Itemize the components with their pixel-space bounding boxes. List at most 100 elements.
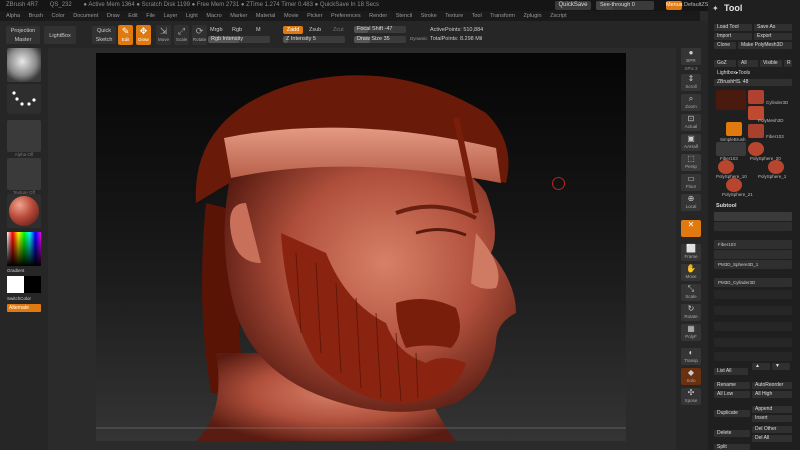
fiber-thumbnail[interactable] (748, 124, 764, 138)
stroke-thumbnail[interactable] (7, 84, 41, 114)
rotate-mode-button[interactable]: ⟳ Rotate (192, 25, 207, 45)
menu-layer[interactable]: Layer (164, 13, 178, 19)
split-button[interactable]: Split (714, 444, 750, 450)
quick-sketch-button[interactable]: Quick Sketch (92, 26, 116, 44)
z-intensity-slider[interactable]: Z Intensity 5 (283, 36, 345, 43)
clone-button[interactable]: Clone (714, 42, 736, 49)
zsub-button[interactable]: Zsub (309, 27, 321, 33)
menu-file[interactable]: File (146, 13, 155, 19)
scroll-button[interactable]: ⇕ Scroll (681, 74, 701, 91)
import-button[interactable]: Import (714, 33, 752, 40)
all-low-button[interactable]: All Low (714, 391, 750, 398)
secondary-color-swatch[interactable] (24, 276, 41, 293)
zcut-button[interactable]: Zcut (333, 27, 344, 33)
move-mode-button[interactable]: ⇲ Move (156, 25, 171, 45)
menu-zscript[interactable]: Zscript (550, 13, 567, 19)
focal-shift-slider[interactable]: Focal Shift -47 (354, 26, 406, 33)
subtool-row-3[interactable] (714, 250, 792, 259)
rgb-toggle[interactable]: Rgb (232, 27, 242, 33)
fiber2-thumbnail[interactable] (716, 142, 746, 156)
xpose-button[interactable]: ✣ Xpose (681, 388, 701, 405)
list-all-button[interactable]: List All (714, 368, 748, 375)
menu-movie[interactable]: Movie (284, 13, 299, 19)
cylinder-thumbnail[interactable] (748, 90, 764, 104)
polyf-button[interactable]: ▦ PolyF (681, 324, 701, 341)
head-tool-thumbnail[interactable] (716, 90, 746, 110)
zadd-button[interactable]: Zadd (283, 26, 303, 34)
transp-button[interactable]: ◐ Transp (681, 348, 701, 365)
polysphere-thumbnail[interactable] (748, 142, 764, 156)
load-tool-button[interactable]: Load Tool (714, 24, 752, 31)
polysphere4-thumbnail[interactable] (726, 178, 742, 192)
export-button[interactable]: Export (754, 33, 792, 40)
subtool-row-8[interactable] (714, 322, 792, 331)
polysphere2-thumbnail[interactable] (718, 160, 734, 174)
rotate-view-button[interactable]: ↻ Rotate (681, 304, 701, 321)
main-color-swatch[interactable] (7, 276, 24, 293)
dynamic-toggle[interactable]: Dynamic (410, 36, 428, 41)
xyz-toggle[interactable]: ✕ (681, 220, 701, 237)
subtool-row-10[interactable] (714, 352, 792, 361)
local-button[interactable]: ⊕ Local (681, 194, 701, 211)
mrgb-toggle[interactable]: Mrgb (210, 27, 223, 33)
switch-color-button[interactable]: SwitchColor (7, 296, 41, 301)
menu-picker[interactable]: Picker (307, 13, 322, 19)
all-button[interactable]: All (738, 60, 758, 67)
menu-draw[interactable]: Draw (107, 13, 120, 19)
texture-thumbnail[interactable] (7, 158, 41, 190)
append-button[interactable]: Append (752, 406, 792, 413)
lightbox-button[interactable]: LightBox (44, 26, 76, 44)
color-picker[interactable] (7, 232, 41, 266)
del-all-button[interactable]: Del All (752, 435, 792, 442)
solo-button[interactable]: ◆ Solo (681, 368, 701, 385)
polysphere3-thumbnail[interactable] (768, 160, 784, 174)
subtool-row-7[interactable] (714, 306, 792, 315)
actual-button[interactable]: ⊡ Actual (681, 114, 701, 131)
move-view-button[interactable]: ✋ Move (681, 264, 701, 281)
subtool-header[interactable]: Subtool (716, 203, 736, 209)
menu-document[interactable]: Document (73, 13, 98, 19)
scale-mode-button[interactable]: ⤢ Scale (174, 25, 189, 45)
move-down-button[interactable]: ▼ (772, 363, 790, 370)
subtool-row-2[interactable]: Fiber103 (714, 240, 792, 249)
menu-stencil[interactable]: Stencil (396, 13, 413, 19)
m-toggle[interactable]: M (256, 27, 261, 33)
persp-button[interactable]: ⬚ Persp (681, 154, 701, 171)
move-up-button[interactable]: ▲ (752, 363, 770, 370)
menu-marker[interactable]: Marker (230, 13, 247, 19)
lightbox-tools-button[interactable]: Lightbox▸Tools (714, 70, 792, 77)
menu-material[interactable]: Material (256, 13, 276, 19)
menu-tool[interactable]: Tool (472, 13, 482, 19)
subtool-row-4[interactable]: PM3D_Sphere3D_1 (714, 260, 792, 269)
menu-texture[interactable]: Texture (445, 13, 463, 19)
subtool-row-1[interactable] (714, 222, 792, 231)
edit-mode-button[interactable]: ✎ Edit (118, 25, 133, 45)
menu-zplugin[interactable]: Zplugin (524, 13, 542, 19)
see-through-slider[interactable]: See-through 0 (596, 1, 654, 10)
visible-button[interactable]: Visible (760, 60, 782, 67)
autoreorder-button[interactable]: AutoReorder (752, 382, 792, 389)
menu-light[interactable]: Light (186, 13, 198, 19)
brush-thumbnail[interactable] (7, 48, 41, 82)
menus-toggle[interactable]: Menus (666, 1, 683, 10)
alternate-button[interactable]: Alternate (7, 304, 41, 312)
alpha-thumbnail[interactable] (7, 120, 41, 152)
all-high-button[interactable]: All High (752, 391, 792, 398)
scale-view-button[interactable]: ⤡ Scale (681, 284, 701, 301)
save-as-button[interactable]: Save As (754, 24, 792, 31)
rgb-intensity-slider[interactable]: Rgb Intensity (208, 36, 270, 43)
menu-macro[interactable]: Macro (206, 13, 221, 19)
menu-brush[interactable]: Brush (29, 13, 43, 19)
menu-stroke[interactable]: Stroke (421, 13, 437, 19)
projection-master-button[interactable]: Projection Master (6, 26, 40, 44)
delete-button[interactable]: Delete (714, 430, 750, 437)
duplicate-button[interactable]: Duplicate (714, 410, 750, 417)
bpr-button[interactable]: ● BPR (681, 48, 701, 65)
del-other-button[interactable]: Del Other (752, 426, 792, 433)
goz-button[interactable]: GoZ (714, 60, 736, 67)
spix-setting[interactable]: SPix 3 (679, 66, 703, 71)
rename-button[interactable]: Rename (714, 382, 750, 389)
frame-button[interactable]: ⬜ Frame (681, 244, 701, 261)
quicksave-button[interactable]: QuickSave (555, 1, 591, 10)
menu-alpha[interactable]: Alpha (6, 13, 20, 19)
